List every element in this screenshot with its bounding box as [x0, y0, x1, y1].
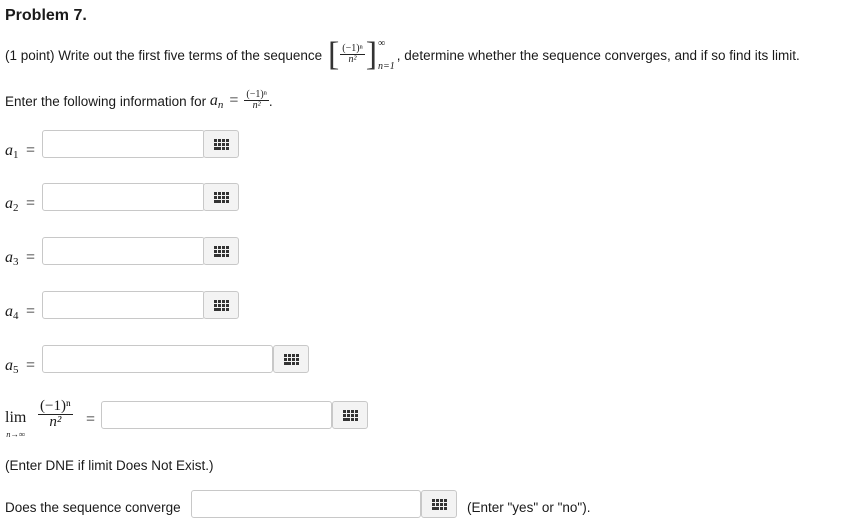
limit-numerator: (−1)ⁿ	[38, 398, 73, 415]
limit-denominator: n²	[49, 414, 62, 430]
answer-input-a5[interactable]	[42, 345, 273, 373]
equation-editor-grid-icon	[342, 409, 358, 421]
limit-fraction: (−1)ⁿ n²	[38, 399, 73, 431]
equation-editor-grid-icon	[213, 191, 229, 203]
equation-editor-button-a1[interactable]	[203, 130, 239, 158]
sequence-lower-bound: n=1	[378, 61, 395, 72]
limit-note: (Enter DNE if limit Does Not Exist.)	[5, 458, 214, 473]
term-equals-3: =	[26, 249, 36, 266]
problem-text-before: Write out the first five terms of the se…	[58, 47, 323, 63]
answer-input-limit[interactable]	[101, 401, 332, 429]
limit-subscript: n→∞	[6, 429, 26, 439]
enter-info-line: Enter the following information for an =…	[5, 88, 273, 114]
equation-editor-button-a3[interactable]	[203, 237, 239, 265]
sequence-notation: [ (−1)ⁿ n² ] ∞ n=1	[327, 36, 395, 73]
equals-sign: =	[229, 92, 239, 109]
equation-editor-grid-icon	[213, 299, 229, 311]
equation-editor-grid-icon	[283, 353, 299, 365]
problem-statement: (1 point) Write out the first five terms…	[5, 36, 800, 73]
equation-editor-grid-icon	[213, 138, 229, 150]
term-label-a3: a3	[5, 249, 19, 268]
term-label-a2: a2	[5, 195, 19, 214]
equation-editor-button-converge[interactable]	[421, 490, 457, 518]
term-label-a4: a4	[5, 303, 19, 322]
answer-input-a3[interactable]	[42, 237, 205, 265]
problem-title: Problem 7.	[5, 7, 87, 24]
term-label-a5: a5	[5, 357, 19, 376]
equation-editor-button-a2[interactable]	[203, 183, 239, 211]
info-period: .	[268, 93, 273, 109]
term-label-a1: a1	[5, 142, 19, 161]
limit-operator: lim n→∞	[5, 409, 27, 440]
term-equals-5: =	[26, 357, 36, 374]
answer-input-a2[interactable]	[42, 183, 205, 211]
limit-equals: =	[86, 411, 96, 428]
term-equals-4: =	[26, 303, 36, 320]
info-fraction-denominator: n²	[252, 100, 261, 112]
equation-editor-button-a4[interactable]	[203, 291, 239, 319]
answer-input-converge[interactable]	[191, 490, 421, 518]
answer-input-a4[interactable]	[42, 291, 205, 319]
points-label: (1 point)	[5, 47, 55, 63]
sequence-denominator: n²	[348, 54, 357, 66]
equation-editor-grid-icon	[213, 245, 229, 257]
equation-editor-button-a5[interactable]	[273, 345, 309, 373]
limit-lim: lim	[5, 409, 27, 426]
enter-info-text: Enter the following information for	[5, 93, 207, 109]
term-equals-2: =	[26, 195, 36, 212]
converge-note: (Enter "yes" or "no").	[467, 500, 591, 515]
equation-editor-grid-icon	[431, 498, 447, 510]
sequence-variable: a	[209, 91, 218, 109]
sequence-upper-bound: ∞	[378, 38, 386, 49]
term-equals-1: =	[26, 142, 36, 159]
sequence-variable-subscript: n	[217, 98, 224, 111]
problem-text-after: , determine whether the sequence converg…	[396, 47, 800, 63]
answer-input-a1[interactable]	[42, 130, 205, 158]
equation-editor-button-limit[interactable]	[332, 401, 368, 429]
converge-label: Does the sequence converge	[5, 500, 181, 515]
